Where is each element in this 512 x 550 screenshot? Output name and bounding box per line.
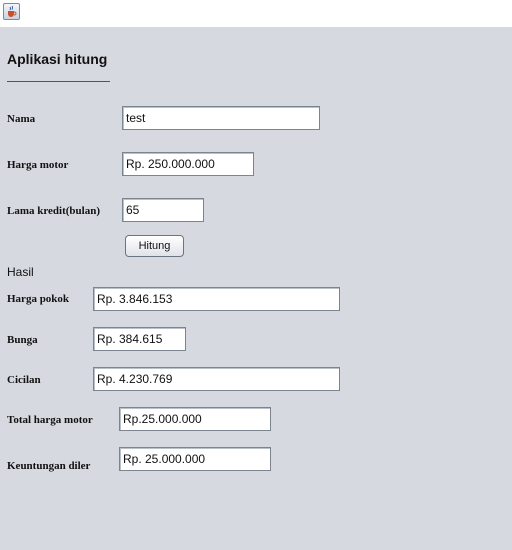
nama-input[interactable] [122,106,320,130]
keuntungan-diler-field[interactable] [119,447,271,471]
bunga-field[interactable] [93,327,186,351]
cicilan-field[interactable] [93,367,340,391]
hasil-section-title: Hasil [7,265,34,279]
window-titlebar [0,0,512,27]
app-title: Aplikasi hitung [7,51,108,67]
total-harga-motor-field[interactable] [119,407,271,431]
keuntungan-diler-label: Keuntungan diler [7,460,91,472]
cicilan-label: Cicilan [7,374,41,386]
total-harga-motor-label: Total harga motor [7,414,93,426]
hitung-button[interactable]: Hitung [125,235,184,257]
harga-pokok-field[interactable] [93,287,340,311]
lama-kredit-input[interactable] [122,198,204,222]
java-cup-icon[interactable] [3,3,20,20]
lama-kredit-label: Lama kredit(bulan) [7,205,101,217]
harga-motor-input[interactable] [122,152,254,176]
harga-pokok-label: Harga pokok [7,293,70,305]
nama-label: Nama [7,113,36,125]
harga-motor-label: Harga motor [7,159,69,171]
title-divider [7,81,110,82]
bunga-label: Bunga [7,334,38,346]
